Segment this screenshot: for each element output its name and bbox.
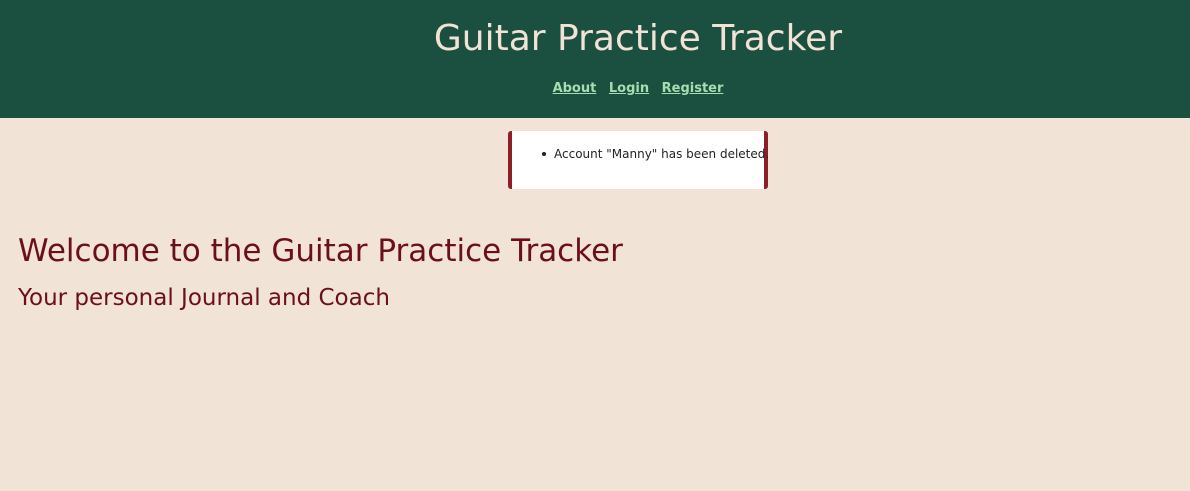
site-title: Guitar Practice Tracker xyxy=(433,18,843,59)
flash-message-text: Account "Manny" has been deleted. xyxy=(554,147,770,161)
flash-message-box: Account "Manny" has been deleted. xyxy=(508,131,769,189)
site-header: Guitar Practice Tracker About Login Regi… xyxy=(0,0,1190,118)
flash-message: Account "Manny" has been deleted. xyxy=(542,146,769,162)
page-title: Welcome to the Guitar Practice Tracker xyxy=(18,233,623,269)
nav-link-about[interactable]: About xyxy=(553,81,597,96)
nav-link-register[interactable]: Register xyxy=(662,81,724,96)
bullet-icon xyxy=(542,151,546,156)
nav-link-login[interactable]: Login xyxy=(609,81,649,96)
main-nav: About Login Register xyxy=(0,80,1190,98)
flash-message-list: Account "Manny" has been deleted. xyxy=(542,146,769,162)
page-subtitle: Your personal Journal and Coach xyxy=(18,285,390,311)
